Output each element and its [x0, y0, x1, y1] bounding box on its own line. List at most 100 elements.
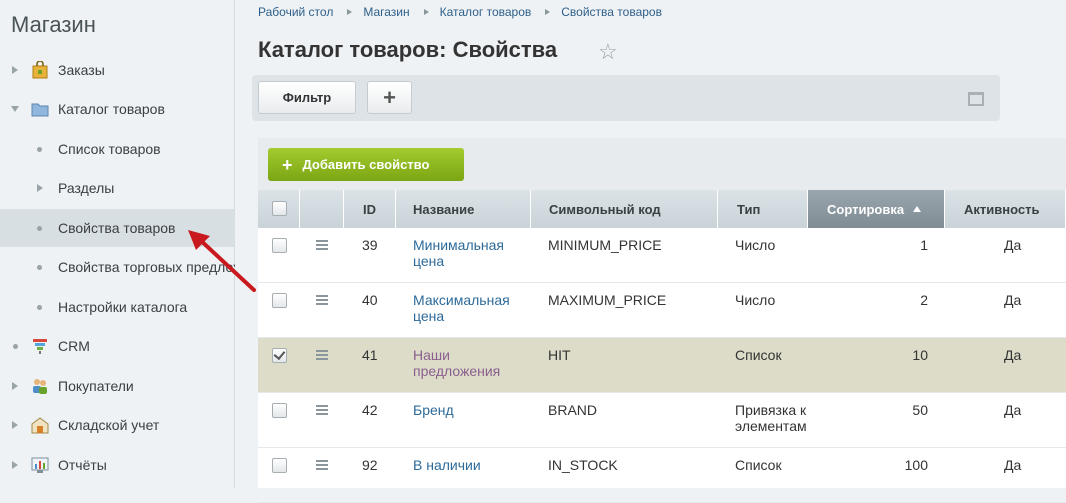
sidebar-item-sections[interactable]: Разделы [0, 169, 235, 207]
collapse-arrow-icon[interactable] [11, 106, 19, 112]
cell-active: Да [1004, 402, 1022, 418]
report-chart-icon [31, 457, 49, 473]
cell-id: 40 [362, 292, 378, 308]
table-row[interactable]: 39 Минимальная цена MINIMUM_PRICE Число 1… [258, 228, 1066, 283]
cell-name-link[interactable]: В наличии [413, 457, 481, 473]
cell-code: HIT [548, 347, 571, 363]
sidebar-item-warehouse[interactable]: Складской учет [0, 406, 235, 444]
sidebar-item-label: Настройки каталога [58, 299, 188, 315]
select-all-checkbox[interactable] [272, 201, 287, 216]
table-header: ID Название Символьный код Тип Сортировк… [258, 190, 1066, 228]
breadcrumb-item[interactable]: Магазин [363, 5, 409, 19]
header-actions-cell [300, 190, 344, 228]
row-menu-icon[interactable] [316, 405, 328, 415]
cell-type: Число [735, 237, 776, 253]
cell-name-link[interactable]: Максимальная цена [413, 292, 510, 324]
bullet-icon [37, 146, 42, 152]
row-checkbox[interactable] [272, 238, 287, 253]
sidebar-item-orders[interactable]: Заказы [0, 51, 235, 89]
expand-arrow-icon[interactable] [12, 382, 18, 390]
column-header-sort[interactable]: Сортировка [808, 190, 945, 228]
breadcrumb-item[interactable]: Рабочий стол [258, 5, 333, 19]
sidebar-item-customers[interactable]: Покупатели [0, 367, 235, 405]
breadcrumb-item[interactable]: Каталог товаров [440, 5, 532, 19]
table-row[interactable]: 42 Бренд BRAND Привязка к элементам 50 Да [258, 393, 1066, 448]
panel-toolbar: + Добавить свойство [258, 138, 1066, 190]
table-row-selected[interactable]: 41 Наши предложения HIT Список 10 Да [258, 338, 1066, 393]
cell-type-line2: элементам [735, 418, 807, 434]
expand-arrow-icon[interactable] [37, 184, 43, 192]
add-property-button[interactable]: + Добавить свойство [268, 148, 464, 181]
cell-name-link[interactable]: Минимальная цена [413, 237, 504, 269]
warehouse-icon [31, 417, 49, 434]
cell-name-line2: цена [413, 253, 445, 269]
cell-sort: 50 [912, 402, 928, 418]
column-header-type[interactable]: Тип [718, 190, 808, 228]
row-checkbox[interactable] [272, 458, 287, 473]
sidebar-item-label: Заказы [58, 62, 105, 78]
cell-type: Привязка к элементам [735, 402, 807, 434]
expand-arrow-icon[interactable] [12, 421, 18, 429]
row-checkbox[interactable] [272, 403, 287, 418]
row-menu-icon[interactable] [316, 350, 328, 360]
row-menu-icon[interactable] [316, 460, 328, 470]
cell-name-line1: Наши [413, 347, 450, 363]
favorite-star-icon[interactable]: ☆ [598, 39, 618, 65]
cell-sort: 100 [904, 457, 928, 473]
sidebar-item-label: Покупатели [58, 378, 134, 394]
filter-bar: Фильтр + [252, 75, 1000, 121]
column-header-name[interactable]: Название [396, 190, 531, 228]
sidebar-item-crm[interactable]: CRM [0, 327, 235, 365]
maximize-icon[interactable] [968, 92, 984, 106]
cell-active: Да [1004, 292, 1022, 308]
sidebar-item-catalog[interactable]: Каталог товаров [0, 90, 235, 128]
filter-button[interactable]: Фильтр [258, 81, 356, 114]
cell-active: Да [1004, 237, 1022, 253]
sidebar-item-label: CRM [58, 338, 90, 354]
column-header-active[interactable]: Активность [945, 190, 1066, 228]
sidebar-item-label: Каталог товаров [58, 101, 165, 117]
cell-id: 41 [362, 347, 378, 363]
properties-panel: + Добавить свойство ID Название Символьн… [258, 138, 1066, 503]
cell-type: Список [735, 347, 782, 363]
cell-id: 39 [362, 237, 378, 253]
cell-code: IN_STOCK [548, 457, 618, 473]
sidebar-item-reports[interactable]: Отчёты [0, 446, 235, 484]
breadcrumb-separator-icon [545, 9, 551, 15]
table-row[interactable]: 40 Максимальная цена MAXIMUM_PRICE Число … [258, 283, 1066, 338]
sidebar-item-label: Свойства товаров [58, 220, 176, 236]
cell-code: BRAND [548, 402, 598, 418]
cell-id: 42 [362, 402, 378, 418]
cell-name-line1: Минимальная [413, 237, 505, 253]
sidebar-item-product-list[interactable]: Список товаров [0, 130, 235, 168]
row-checkbox-checked[interactable] [272, 348, 287, 363]
plus-icon: + [282, 154, 293, 175]
sidebar-title: Магазин [11, 12, 96, 37]
add-filter-button[interactable]: + [367, 81, 412, 114]
column-header-id[interactable]: ID [344, 190, 396, 228]
row-checkbox[interactable] [272, 293, 287, 308]
row-menu-icon[interactable] [316, 295, 328, 305]
cell-name-line2: предложения [413, 363, 501, 379]
plus-icon: + [383, 84, 396, 110]
cell-id: 92 [362, 457, 378, 473]
cell-code: MAXIMUM_PRICE [548, 292, 667, 308]
cell-type: Число [735, 292, 776, 308]
breadcrumb-separator-icon [423, 9, 429, 15]
column-header-code[interactable]: Символьный код [531, 190, 718, 228]
bullet-icon [37, 225, 42, 231]
cell-type: Список [735, 457, 782, 473]
cell-name-link[interactable]: Наши предложения [413, 347, 500, 379]
breadcrumb-item[interactable]: Свойства товаров [561, 5, 662, 19]
row-menu-icon[interactable] [316, 240, 328, 250]
cell-active: Да [1004, 457, 1022, 473]
folder-icon [31, 103, 49, 117]
expand-arrow-icon[interactable] [12, 461, 18, 469]
expand-arrow-icon[interactable] [12, 66, 18, 74]
table-row[interactable]: 92 В наличии IN_STOCK Список 100 Да [258, 448, 1066, 503]
cell-sort: 10 [912, 347, 928, 363]
sidebar-item-label: Складской учет [58, 417, 160, 433]
breadcrumb: Рабочий стол Магазин Каталог товаров Сво… [258, 5, 662, 19]
shopping-bag-icon [32, 61, 48, 79]
cell-name-link[interactable]: Бренд [413, 402, 454, 418]
